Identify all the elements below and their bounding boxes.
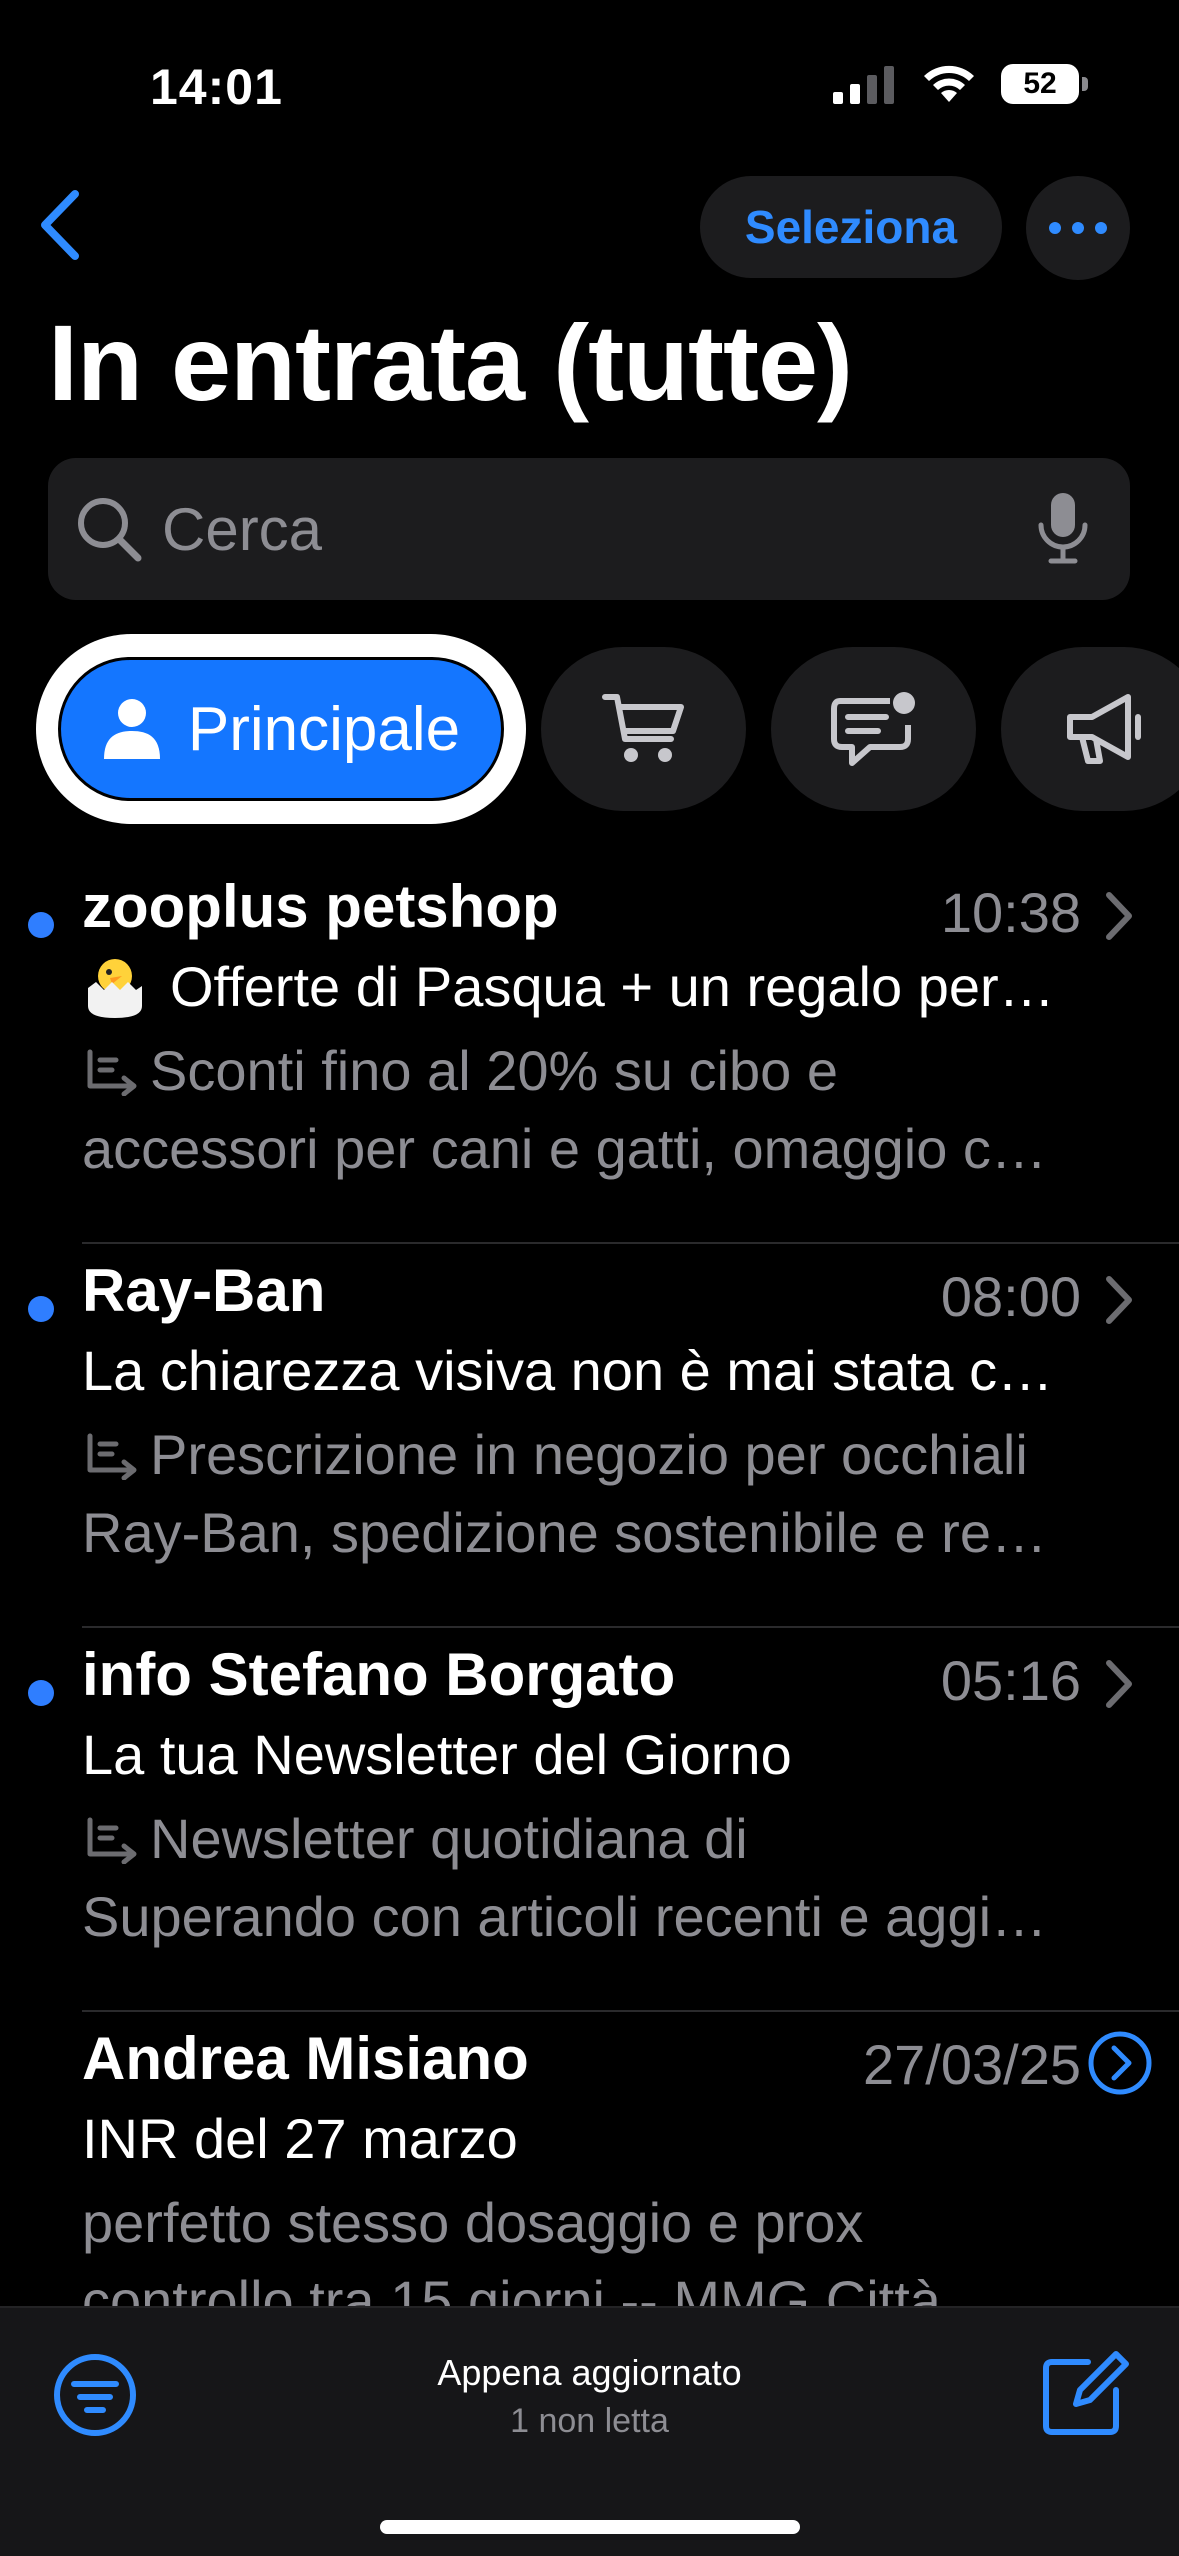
cart-icon	[601, 694, 684, 762]
person-icon	[103, 699, 160, 759]
ellipsis-icon	[1049, 222, 1107, 234]
message-preview: Sconti fino al 20% su cibo e accessori p…	[82, 1032, 1122, 1188]
hatching-chick-icon	[88, 959, 142, 1018]
message-preview-line2: Ray-Ban, spedizione sostenibile e re…	[82, 1501, 1047, 1564]
message-sender: info Stefano Borgato	[82, 1641, 676, 1708]
message-list: zooplus petshop 10:38 Offerte di Pasqua …	[0, 860, 1179, 2396]
message-preview-line1: Newsletter quotidiana di	[150, 1807, 748, 1870]
message-subject-text: Offerte di Pasqua + un regalo per…	[170, 955, 1055, 1018]
summary-icon	[87, 1817, 137, 1864]
message-row[interactable]: Ray-Ban 08:00 La chiarezza visiva non è …	[0, 1244, 1179, 1628]
search-icon	[70, 490, 148, 568]
unread-count-text: 1 non letta	[510, 2402, 669, 2440]
message-preview-line2: accessori per cani e gatti, omaggio c…	[82, 1117, 1047, 1180]
mail-inbox-screen: 14:01 52 Seleziona In entrata (tutte) Ce…	[0, 0, 1179, 2556]
message-preview: Newsletter quotidiana di Superando con a…	[82, 1800, 1122, 1956]
megaphone-icon	[1066, 694, 1141, 764]
category-primary-button[interactable]: Principale	[58, 657, 504, 801]
message-sender: Andrea Misiano	[82, 2025, 529, 2092]
status-icons: 52	[833, 62, 1088, 106]
message-preview-line1: perfetto stesso dosaggio e prox	[82, 2191, 864, 2254]
battery-level: 52	[1023, 67, 1057, 100]
message-preview-line2: Superando con articoli recenti e aggi…	[82, 1885, 1048, 1948]
category-transactions-button[interactable]	[541, 647, 746, 811]
message-time: 27/03/25	[863, 2033, 1081, 2096]
chevron-right-icon	[1099, 1270, 1139, 1330]
chevron-circle-right-icon[interactable]	[1087, 2030, 1153, 2096]
chevron-left-icon	[41, 190, 79, 260]
category-primary-focus-ring: Principale	[36, 634, 526, 824]
category-updates-button[interactable]	[771, 647, 976, 811]
sync-status: Appena aggiornato 1 non letta	[0, 2352, 1179, 2441]
chevron-right-icon	[1099, 1654, 1139, 1714]
message-time: 05:16	[940, 1649, 1081, 1712]
sync-status-text: Appena aggiornato	[437, 2352, 742, 2393]
message-subject: Offerte di Pasqua + un regalo per…	[82, 954, 1122, 1020]
back-button[interactable]	[24, 180, 94, 270]
message-row[interactable]: zooplus petshop 10:38 Offerte di Pasqua …	[0, 860, 1179, 1244]
page-title: In entrata (tutte)	[48, 302, 853, 423]
unread-dot-icon	[28, 912, 54, 938]
battery-icon: 52	[1001, 64, 1088, 104]
category-promotions-button[interactable]	[1001, 647, 1179, 811]
message-subject: La chiarezza visiva non è mai stata c…	[82, 1339, 1054, 1402]
message-sender: Ray-Ban	[82, 1257, 326, 1324]
more-options-button[interactable]	[1026, 176, 1130, 280]
cellular-signal-icon	[833, 66, 894, 104]
category-primary-label: Principale	[187, 694, 461, 764]
chat-bubble-icon	[830, 692, 915, 766]
chevron-right-icon	[1099, 886, 1139, 946]
wifi-icon	[924, 65, 974, 102]
summary-icon	[87, 1433, 137, 1480]
summary-icon	[87, 1049, 137, 1096]
message-subject: La tua Newsletter del Giorno	[82, 1723, 792, 1786]
compose-icon[interactable]	[1040, 2348, 1130, 2438]
message-row[interactable]: info Stefano Borgato 05:16 La tua Newsle…	[0, 1628, 1179, 2012]
message-preview-line1: Sconti fino al 20% su cibo e	[150, 1039, 838, 1102]
message-time: 08:00	[940, 1265, 1081, 1328]
microphone-icon[interactable]	[1018, 484, 1108, 574]
search-input[interactable]	[162, 494, 1018, 564]
unread-dot-icon	[28, 1680, 54, 1706]
bottom-toolbar: Appena aggiornato 1 non letta	[0, 2306, 1179, 2556]
message-preview: Prescrizione in negozio per occhiali Ray…	[82, 1416, 1122, 1572]
message-sender: zooplus petshop	[82, 873, 559, 940]
unread-dot-icon	[28, 1296, 54, 1322]
status-time: 14:01	[150, 59, 283, 115]
search-bar[interactable]	[48, 458, 1130, 600]
message-subject: INR del 27 marzo	[82, 2107, 518, 2170]
home-indicator[interactable]	[380, 2520, 800, 2534]
select-button[interactable]: Seleziona	[700, 176, 1002, 278]
message-preview-line1: Prescrizione in negozio per occhiali	[150, 1423, 1028, 1486]
category-filter: Principale	[36, 634, 1179, 824]
message-time: 10:38	[940, 881, 1081, 944]
